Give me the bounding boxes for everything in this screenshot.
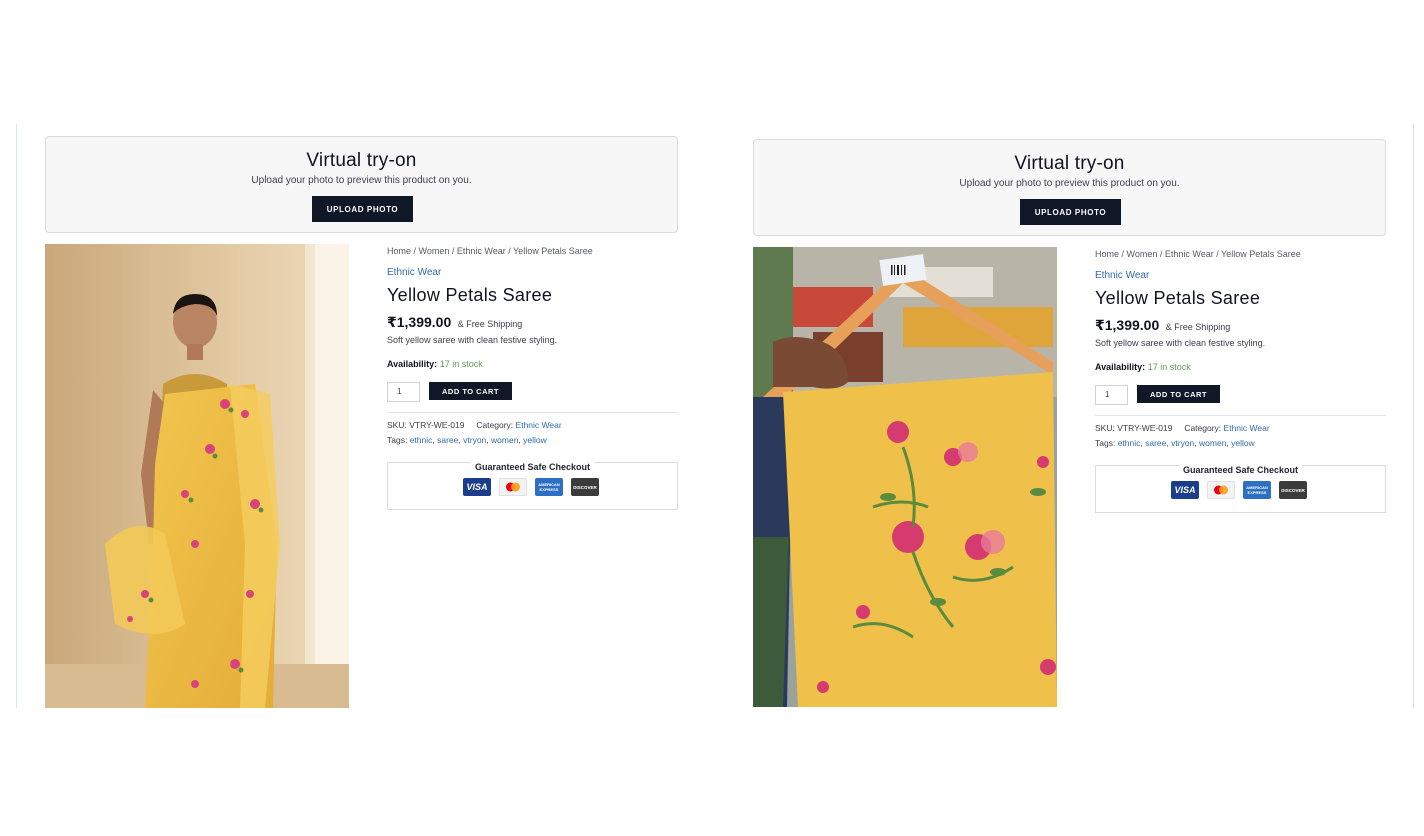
product-description: Soft yellow saree with clean festive sty…: [1095, 338, 1266, 348]
availability: Availability: 17 in stock: [1095, 362, 1191, 372]
stock-status: 17 in stock: [439, 359, 483, 369]
tag-link[interactable]: ethnic: [410, 435, 433, 445]
upload-photo-button[interactable]: UPLOAD PHOTO: [312, 196, 413, 222]
virtual-tryon-box: Virtual try-on Upload your photo to prev…: [45, 136, 678, 233]
quantity-input[interactable]: 1: [1095, 385, 1128, 405]
tags-label: Tags:: [387, 435, 408, 445]
mastercard-icon: [499, 478, 527, 496]
meta-category-link[interactable]: Ethnic Wear: [516, 420, 562, 430]
breadcrumb[interactable]: Home / Women / Ethnic Wear / Yellow Peta…: [1095, 249, 1301, 259]
price-row: ₹1,399.00 & Free Shipping: [387, 314, 522, 332]
product-price: ₹1,399.00: [1095, 317, 1160, 333]
tryon-title: Virtual try-on: [306, 150, 417, 171]
tag-link[interactable]: women: [1199, 438, 1226, 448]
tag-link[interactable]: saree: [437, 435, 458, 445]
shipping-note: & Free Shipping: [457, 319, 523, 329]
availability-label: Availability:: [387, 359, 438, 369]
product-price: ₹1,399.00: [387, 314, 452, 330]
tag-link[interactable]: vtryon: [1171, 438, 1194, 448]
discover-card-icon: DISCOVER: [571, 478, 599, 496]
checkout-title: Guaranteed Safe Checkout: [1178, 465, 1303, 475]
mastercard-icon: [1207, 481, 1235, 499]
tag-link[interactable]: ethnic: [1118, 438, 1141, 448]
product-meta-sku: SKU: VTRY-WE-019 Category: Ethnic Wear: [387, 420, 562, 430]
sku-value: VTRY-WE-019: [1117, 423, 1173, 433]
sku-value: VTRY-WE-019: [409, 420, 465, 430]
amex-card-icon: AMERICAN EXPRESS: [1243, 481, 1271, 499]
checkout-title: Guaranteed Safe Checkout: [470, 462, 595, 472]
model-saree-photo: [45, 244, 349, 708]
availability-label: Availability:: [1095, 362, 1146, 372]
add-to-cart-button[interactable]: ADD TO CART: [1137, 385, 1220, 403]
tag-link[interactable]: vtryon: [463, 435, 486, 445]
upload-photo-button[interactable]: UPLOAD PHOTO: [1020, 199, 1121, 225]
product-title: Yellow Petals Saree: [387, 285, 553, 305]
product-image-model[interactable]: [45, 244, 349, 708]
visa-card-icon: VISA: [463, 478, 491, 496]
price-row: ₹1,399.00 & Free Shipping: [1095, 317, 1230, 335]
add-to-cart-button[interactable]: ADD TO CART: [429, 382, 512, 400]
tryon-subtitle: Upload your photo to preview this produc…: [251, 175, 472, 186]
visa-card-icon: VISA: [1171, 481, 1199, 499]
shipping-note: & Free Shipping: [1165, 322, 1231, 332]
amex-card-icon: AMERICAN EXPRESS: [535, 478, 563, 496]
virtual-tryon-box: Virtual try-on Upload your photo to prev…: [753, 139, 1386, 236]
discover-card-icon: DISCOVER: [1279, 481, 1307, 499]
divider: [1095, 415, 1386, 416]
divider: [387, 412, 678, 413]
hanger-saree-photo: [753, 247, 1057, 707]
product-panel-model: Virtual try-on Upload your photo to prev…: [45, 136, 679, 720]
right-guide-line: [1413, 124, 1414, 708]
meta-category-link[interactable]: Ethnic Wear: [1224, 423, 1270, 433]
tryon-title: Virtual try-on: [1014, 153, 1125, 174]
safe-checkout-box: Guaranteed Safe Checkout VISA AMERICAN E…: [387, 462, 678, 510]
product-panel-tryon: Virtual try-on Upload your photo to prev…: [753, 139, 1387, 723]
breadcrumb[interactable]: Home / Women / Ethnic Wear / Yellow Peta…: [387, 246, 593, 256]
product-meta-tags: Tags: ethnic, saree, vtryon, women, yell…: [387, 435, 547, 445]
tag-link[interactable]: yellow: [1231, 438, 1255, 448]
tag-link[interactable]: saree: [1145, 438, 1166, 448]
tag-link[interactable]: yellow: [523, 435, 547, 445]
category-label: Category:: [1184, 423, 1222, 433]
quantity-input[interactable]: 1: [387, 382, 420, 402]
product-title: Yellow Petals Saree: [1095, 288, 1261, 308]
category-label: Category:: [476, 420, 514, 430]
availability: Availability: 17 in stock: [387, 359, 483, 369]
safe-checkout-box: Guaranteed Safe Checkout VISA AMERICAN E…: [1095, 465, 1386, 513]
product-meta-sku: SKU: VTRY-WE-019 Category: Ethnic Wear: [1095, 423, 1270, 433]
stock-status: 17 in stock: [1147, 362, 1191, 372]
sku-label: SKU:: [387, 420, 407, 430]
tag-link[interactable]: women: [491, 435, 518, 445]
sku-label: SKU:: [1095, 423, 1115, 433]
tryon-subtitle: Upload your photo to preview this produc…: [959, 178, 1180, 189]
product-description: Soft yellow saree with clean festive sty…: [387, 335, 558, 345]
product-image-hanger[interactable]: [753, 247, 1057, 707]
product-meta-tags: Tags: ethnic, saree, vtryon, women, yell…: [1095, 438, 1255, 448]
category-link[interactable]: Ethnic Wear: [387, 267, 441, 278]
category-link[interactable]: Ethnic Wear: [1095, 270, 1149, 281]
left-guide-line: [16, 124, 17, 708]
tags-label: Tags:: [1095, 438, 1116, 448]
